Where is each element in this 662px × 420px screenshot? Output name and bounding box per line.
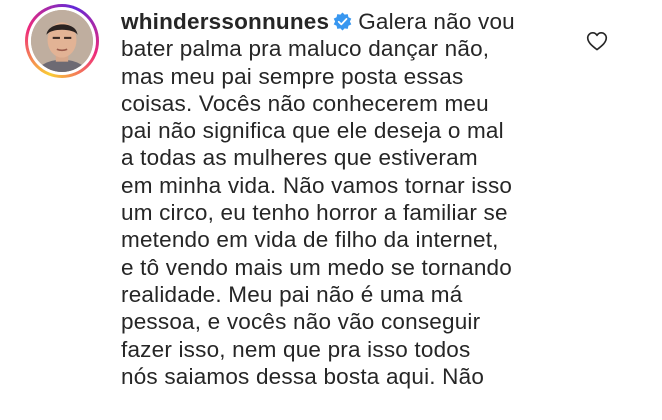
comment-text: Galera não vou <box>358 9 515 34</box>
comment-line: realidade. Meu pai não é uma má <box>121 281 463 307</box>
avatar-photo <box>31 10 93 72</box>
avatar-border <box>28 7 96 75</box>
verified-badge-icon <box>333 12 352 31</box>
comment-line: nós saiamos dessa bosta aqui. Não <box>121 363 485 389</box>
comment-line: metendo em vida de filho da internet, <box>121 227 499 253</box>
comment-line: fazer isso, nem que pra isso todos <box>121 336 471 362</box>
heart-outline-icon[interactable] <box>586 31 608 51</box>
comment-line: um circo, eu tenho horror a familiar se <box>121 200 508 226</box>
comment-line: pessoa, e vocês não vão conseguir <box>121 309 481 335</box>
username[interactable]: whinderssonnunes <box>121 9 329 34</box>
comment-body: whinderssonnunes Galera não vou bater pal… <box>121 8 561 390</box>
comment-line: e tô vendo mais um medo se tornando <box>121 254 512 280</box>
comment: whinderssonnunes Galera não vou bater pal… <box>0 0 662 420</box>
comment-line: a todas as mulheres que estiveram <box>121 145 478 171</box>
comment-line: bater palma pra maluco dançar não, <box>121 36 490 62</box>
comment-line: pai não significa que ele deseja o mal <box>121 118 504 144</box>
comment-line: whinderssonnunes Galera não vou <box>121 8 561 35</box>
comment-line: mas meu pai sempre posta essas <box>121 63 464 89</box>
avatar[interactable] <box>25 4 99 78</box>
comment-line: em minha vida. Não vamos tornar isso <box>121 172 513 198</box>
comment-line: coisas. Vocês não conhecerem meu <box>121 90 489 116</box>
